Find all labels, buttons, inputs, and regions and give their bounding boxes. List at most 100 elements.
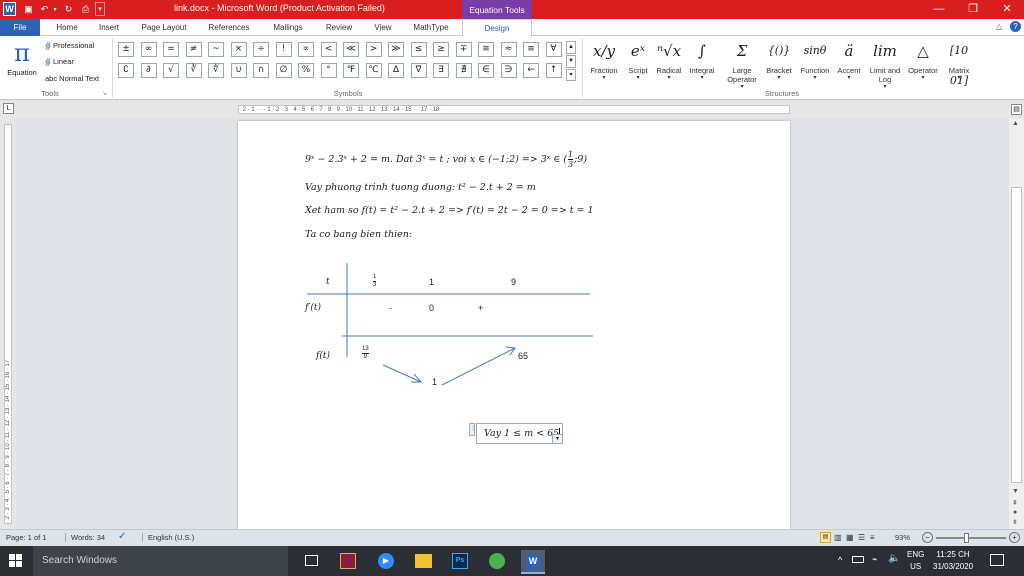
- symbol-button[interactable]: ∛: [185, 63, 202, 78]
- view-full-screen-icon[interactable]: ▥: [834, 533, 842, 542]
- zoom-slider-thumb[interactable]: [964, 533, 969, 543]
- word-app-icon[interactable]: W: [3, 2, 16, 16]
- professional-button[interactable]: ∯ Professional: [45, 41, 94, 50]
- start-windows-icon[interactable]: [9, 554, 22, 567]
- close-button[interactable]: ✕: [990, 0, 1024, 19]
- symbol-button[interactable]: ∄: [455, 63, 472, 78]
- document-page[interactable]: 9ˣ − 2.3ˣ + 2 = m. Dat 3ˣ = t ; voi x ∈ …: [238, 121, 790, 529]
- zoom-slider-track[interactable]: [936, 537, 1006, 539]
- tools-launcher-icon[interactable]: ↘: [102, 90, 107, 97]
- tab-file[interactable]: File: [0, 19, 40, 36]
- restore-button[interactable]: ❐: [956, 0, 990, 19]
- symbol-button[interactable]: ∩: [253, 63, 269, 78]
- word-count[interactable]: Words: 34: [65, 533, 105, 542]
- next-page-icon[interactable]: ⇟: [1012, 518, 1018, 526]
- word-taskbar-icon[interactable]: W: [521, 550, 545, 574]
- task-view-icon[interactable]: [305, 555, 318, 566]
- clock[interactable]: 11:25 CH 31/03/2020: [933, 549, 973, 573]
- symbol-button[interactable]: ∝: [298, 42, 314, 57]
- page-count[interactable]: Page: 1 of 1: [6, 533, 46, 542]
- symbol-button[interactable]: ∪: [230, 63, 247, 78]
- proofing-icon[interactable]: ✓: [118, 531, 126, 542]
- view-draft-icon[interactable]: ≡: [870, 533, 875, 542]
- symbol-button[interactable]: ~: [208, 42, 224, 57]
- structure-bracket-button[interactable]: {()} Bracket ▾: [763, 36, 795, 92]
- undo-dropdown-icon[interactable]: ▾: [51, 2, 59, 16]
- language-indicator[interactable]: English (U.S.): [142, 533, 194, 542]
- tab-view[interactable]: View: [366, 19, 400, 36]
- tab-review[interactable]: Review: [318, 19, 360, 36]
- symbol-button[interactable]: √: [163, 63, 179, 78]
- zoom-in-icon[interactable]: +: [1009, 532, 1020, 543]
- symbol-button[interactable]: ∅: [275, 63, 292, 78]
- structure-function-button[interactable]: sinθ Function ▾: [796, 36, 834, 92]
- normal-text-button[interactable]: abc Normal Text: [45, 74, 99, 83]
- symbol-button[interactable]: ∓: [455, 42, 472, 57]
- symbol-button[interactable]: ≪: [343, 42, 359, 57]
- previous-page-icon[interactable]: ⇞: [1012, 499, 1018, 507]
- view-web-layout-icon[interactable]: ▦: [846, 533, 854, 542]
- structure-operator-button[interactable]: △ Operator ▾: [904, 36, 942, 92]
- structure-limit-and-log-button[interactable]: lim Limit and Log ▾: [866, 36, 904, 92]
- tab-mailings[interactable]: Mailings: [264, 19, 312, 36]
- file-explorer-icon[interactable]: [415, 554, 432, 568]
- symbol-button[interactable]: ∞: [140, 42, 157, 57]
- symbol-button[interactable]: ∃: [433, 63, 449, 78]
- save-icon[interactable]: ▣: [22, 2, 35, 16]
- tab-selector-icon[interactable]: L: [3, 103, 14, 114]
- scroll-down-icon[interactable]: ▼: [1012, 488, 1019, 495]
- ruler-scale[interactable]: · 2 · 1 · · · 1 · 2 · 3 · 4 · 5 · 6 · 7 …: [238, 105, 790, 114]
- battery-icon[interactable]: [852, 556, 864, 563]
- structure-radical-button[interactable]: ⁿ√x Radical ▾: [654, 36, 684, 92]
- symbol-button[interactable]: ∈: [478, 63, 494, 78]
- photoshop-icon[interactable]: Ps: [452, 553, 468, 569]
- equation-button[interactable]: π Equation: [2, 38, 42, 86]
- symbol-button[interactable]: ∇: [410, 63, 427, 78]
- symbol-button[interactable]: >: [365, 42, 382, 57]
- tab-page-layout[interactable]: Page Layout: [134, 19, 194, 36]
- symbols-scroll-up-icon[interactable]: ▲: [566, 41, 576, 54]
- vruler-scale[interactable]: · 2 · 3 · 4 · 5 · 6 · 7 · 8 · 9 · 10 · 1…: [4, 124, 12, 524]
- symbol-button[interactable]: ≈: [500, 42, 517, 57]
- zoom-level[interactable]: 93%: [895, 533, 910, 542]
- symbol-button[interactable]: ℃: [365, 63, 382, 78]
- taskbar-search-box[interactable]: Search Windows: [33, 546, 288, 576]
- customize-toolbar-icon[interactable]: ▾: [95, 2, 105, 16]
- structure-large-operator-button[interactable]: Σ Large Operator ▾: [722, 36, 762, 92]
- symbols-more-icon[interactable]: ▾: [566, 69, 576, 81]
- tab-insert[interactable]: Insert: [90, 19, 128, 36]
- minimize-button[interactable]: —: [922, 0, 956, 19]
- symbol-button[interactable]: ∜: [208, 63, 224, 78]
- print-preview-icon[interactable]: ⎙: [79, 2, 92, 16]
- symbol-button[interactable]: ≫: [388, 42, 404, 57]
- structure-fraction-button[interactable]: x/y Fraction ▾: [586, 36, 622, 92]
- symbol-button[interactable]: ↑: [545, 63, 562, 78]
- structure-integral-button[interactable]: ∫ Integral ▾: [684, 36, 720, 92]
- symbol-button[interactable]: ≠: [185, 42, 202, 57]
- symbol-button[interactable]: ←: [523, 63, 539, 78]
- input-language[interactable]: ENG US: [907, 549, 924, 573]
- symbol-button[interactable]: ∆: [388, 63, 404, 78]
- symbol-button[interactable]: ∁: [118, 63, 134, 78]
- tab-references[interactable]: References: [200, 19, 258, 36]
- symbol-button[interactable]: ∂: [140, 63, 157, 78]
- symbol-button[interactable]: ∀: [545, 42, 562, 57]
- equation-options-icon[interactable]: ▾: [552, 434, 563, 444]
- tab-home[interactable]: Home: [48, 19, 86, 36]
- symbol-button[interactable]: ÷: [253, 42, 269, 57]
- symbol-button[interactable]: ≡: [523, 42, 539, 57]
- symbol-button[interactable]: ≅: [478, 42, 494, 57]
- zoom-app-icon[interactable]: ▶: [378, 553, 394, 569]
- symbol-button[interactable]: !: [275, 42, 292, 57]
- vertical-scrollbar[interactable]: ▲ ▼ ⇞ ● ⇟: [1009, 118, 1024, 529]
- action-center-icon[interactable]: [990, 554, 1004, 566]
- help-icon[interactable]: ?: [1010, 21, 1021, 32]
- symbol-button[interactable]: ∋: [500, 63, 517, 78]
- symbol-button[interactable]: %: [298, 63, 314, 78]
- tray-overflow-icon[interactable]: ^: [838, 555, 842, 565]
- symbol-button[interactable]: ×: [230, 42, 247, 57]
- symbol-button[interactable]: ≤: [410, 42, 427, 57]
- winrar-icon[interactable]: [340, 553, 356, 569]
- tab-mathtype[interactable]: MathType: [406, 19, 456, 36]
- view-print-layout-icon[interactable]: ▤: [820, 532, 831, 543]
